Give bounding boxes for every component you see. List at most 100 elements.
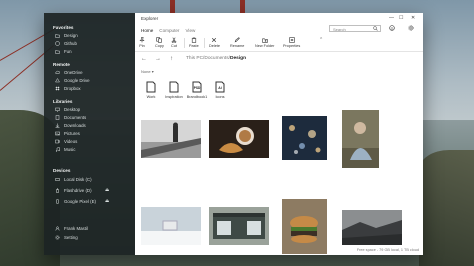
pin-icon	[139, 37, 145, 43]
paste-label: Paste	[189, 44, 199, 48]
ribbon-divider	[204, 38, 205, 48]
search-icon[interactable]	[373, 26, 378, 31]
photo-thumbnail[interactable]	[342, 210, 402, 245]
main-pane: Explorer — ☐ ✕ Home Computer View Search…	[135, 13, 423, 255]
sidebar-section-favorites: Favorites	[53, 25, 74, 30]
minimize-button[interactable]: —	[389, 15, 394, 21]
sidebar-item-desktop[interactable]: Desktop	[55, 106, 80, 113]
document-icon	[146, 81, 156, 93]
photo-thumbnail[interactable]	[141, 207, 201, 245]
sidebar-item-label: Local Disk (C)	[64, 177, 92, 182]
file-tile-icons[interactable]: Ai Icons	[209, 81, 231, 99]
videos-icon	[55, 139, 60, 144]
breadcrumb[interactable]: This PC/Documents/Design	[186, 56, 246, 61]
tab-home[interactable]: Home	[141, 28, 153, 33]
sidebar-item-fun[interactable]: Fun	[55, 48, 72, 55]
sidebar-item-downloads[interactable]: Downloads	[55, 122, 86, 129]
github-icon	[55, 41, 60, 46]
tab-computer[interactable]: Computer	[159, 28, 179, 33]
paste-button[interactable]: Paste	[189, 37, 199, 48]
eject-icon[interactable]: ⏏	[105, 187, 109, 193]
ribbon-toolbar: Pin Copy Cut Paste Delete Rename New Fol…	[135, 35, 423, 52]
file-label: Inspiration	[165, 95, 183, 99]
rename-button[interactable]: Rename	[230, 37, 244, 48]
settings-label: Setting	[64, 235, 78, 240]
cut-button[interactable]: Cut	[171, 37, 177, 48]
breadcrumb-current: Design	[230, 56, 246, 61]
delete-label: Delete	[209, 44, 220, 48]
sidebar-item-google-pixel[interactable]: Google Pixel (E)	[55, 198, 96, 205]
forward-arrow-icon[interactable]: →	[155, 56, 161, 62]
group-header[interactable]: None ▾	[141, 69, 154, 74]
pictures-icon	[55, 131, 60, 136]
tab-view[interactable]: View	[185, 28, 195, 33]
photo-person-standing	[141, 120, 201, 158]
close-button[interactable]: ✕	[411, 15, 415, 21]
sidebar-item-github[interactable]: Github	[55, 40, 77, 47]
photo-thumbnail[interactable]	[342, 110, 379, 168]
sidebar-item-onedrive[interactable]: OneDrive	[55, 69, 83, 76]
sidebar-item-dropbox[interactable]: Dropbox	[55, 85, 81, 92]
rename-icon	[234, 37, 240, 43]
sidebar-item-label: Desktop	[64, 107, 81, 112]
cut-icon	[171, 37, 177, 43]
file-label: Work	[146, 95, 156, 99]
background-cliff-right	[419, 150, 474, 266]
address-bar: ← → ↑ This PC/Documents/Design	[135, 53, 423, 65]
pin-label: Pin	[139, 44, 145, 48]
phone-icon	[55, 199, 60, 204]
sidebar-item-documents[interactable]: Documents	[55, 114, 86, 121]
photo-thumbnail[interactable]	[141, 120, 201, 158]
sidebar-item-local-disk[interactable]: Local Disk (C)	[55, 176, 92, 183]
explorer-window: Favorites Design Github Fun Remote OneDr…	[44, 13, 423, 255]
folder-icon	[55, 49, 60, 54]
eject-icon[interactable]: ⏏	[105, 198, 109, 204]
title-bar: Explorer — ☐ ✕	[135, 13, 423, 24]
ai-file-icon: Ai	[215, 81, 225, 93]
sidebar-item-label: Downloads	[64, 123, 86, 128]
sidebar-item-label: Music	[64, 147, 76, 152]
sidebar-settings[interactable]: Setting	[55, 234, 78, 241]
downloads-icon	[55, 123, 60, 128]
photo-thumbnail[interactable]	[209, 207, 269, 245]
sidebar-item-label: Github	[64, 41, 77, 46]
usb-icon	[55, 188, 60, 193]
google-drive-icon	[55, 78, 60, 83]
desktop-icon	[55, 107, 60, 112]
maximize-button[interactable]: ☐	[399, 15, 403, 21]
back-arrow-icon[interactable]: ←	[141, 56, 147, 62]
sidebar-item-label: Documents	[64, 115, 87, 120]
photo-woman-portrait	[342, 110, 379, 168]
pin-button[interactable]: Pin	[139, 37, 145, 48]
sidebar-item-design[interactable]: Design	[55, 32, 78, 39]
gear-icon[interactable]	[408, 25, 414, 31]
emoji-icon[interactable]	[389, 25, 395, 31]
new-folder-button[interactable]: New Folder	[255, 37, 274, 48]
photo-thumbnail[interactable]	[209, 120, 269, 158]
copy-button[interactable]: Copy	[155, 37, 164, 48]
window-title: Explorer	[141, 16, 159, 21]
folder-icon	[55, 33, 60, 38]
new-folder-icon	[262, 38, 268, 43]
photo-thumbnail[interactable]	[282, 199, 327, 254]
photo-thumbnail[interactable]	[282, 116, 327, 160]
collapse-ribbon-button[interactable]: ⌃	[319, 37, 323, 43]
sidebar-section-remote: Remote	[53, 62, 70, 67]
sidebar-item-label: Videos	[64, 139, 78, 144]
up-arrow-icon[interactable]: ↑	[170, 56, 173, 62]
delete-button[interactable]: Delete	[209, 37, 220, 48]
sidebar-section-libraries: Libraries	[53, 99, 73, 104]
sidebar-user[interactable]: Frank Mastil	[55, 225, 88, 232]
sidebar-item-google-drive[interactable]: Google Drive	[55, 77, 90, 84]
sidebar-item-pictures[interactable]: Pictures	[55, 130, 80, 137]
file-tile-work[interactable]: Work	[140, 81, 162, 99]
properties-button[interactable]: Properties	[283, 37, 300, 48]
copy-label: Copy	[155, 44, 164, 48]
file-tile-inspiration[interactable]: Inspiration	[163, 81, 185, 99]
sidebar-item-flashdrive[interactable]: Flashdrive (D)	[55, 187, 92, 194]
file-tile-brandbook[interactable]: PSD Brandbook1	[186, 81, 208, 99]
psd-file-icon: PSD	[192, 81, 202, 93]
photo-white-desk	[141, 207, 201, 245]
sidebar-item-videos[interactable]: Videos	[55, 138, 77, 145]
sidebar-item-music[interactable]: Music	[55, 146, 75, 153]
